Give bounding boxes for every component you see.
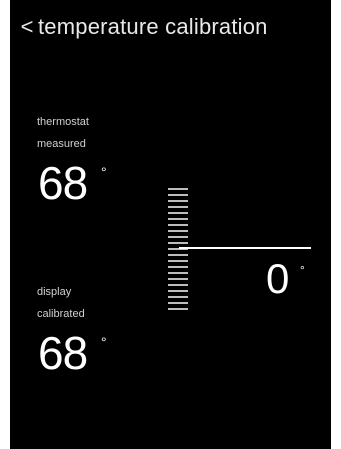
header-bar: < temperature calibration xyxy=(16,12,268,42)
scale-tick xyxy=(168,200,188,202)
scale-tick xyxy=(168,230,188,232)
scale-tick xyxy=(168,236,188,238)
display-degree-symbol: ° xyxy=(101,334,107,350)
thermostat-label-line1: thermostat xyxy=(37,116,89,128)
scale-tick xyxy=(168,188,188,190)
scale-tick xyxy=(168,194,188,196)
scale-tick xyxy=(168,284,188,286)
display-label-line1: display xyxy=(37,286,72,298)
thermostat-label-line2: measured xyxy=(37,138,86,150)
display-calibrated-label: display calibrated xyxy=(37,281,157,325)
scale-tick xyxy=(168,218,188,220)
scale-tick xyxy=(168,266,188,268)
scale-tick xyxy=(168,302,188,304)
calibration-slider-scale[interactable] xyxy=(168,188,190,314)
thermostat-degree-symbol: ° xyxy=(101,164,107,180)
scale-tick xyxy=(168,212,188,214)
scale-tick xyxy=(168,290,188,292)
thermostat-measured-value: 68 xyxy=(38,157,88,209)
back-button[interactable]: < xyxy=(16,12,38,42)
display-calibrated-value: 68 xyxy=(38,327,88,379)
scale-tick xyxy=(168,206,188,208)
thermostat-measured-label: thermostat measured xyxy=(37,111,157,155)
calibration-indicator-line[interactable] xyxy=(179,247,311,249)
scale-tick xyxy=(168,254,188,256)
chevron-left-icon: < xyxy=(20,14,34,39)
scale-tick xyxy=(168,272,188,274)
scale-tick xyxy=(168,260,188,262)
scale-tick xyxy=(168,296,188,298)
calibration-screen: < temperature calibration thermostat mea… xyxy=(10,0,331,449)
page-title: temperature calibration xyxy=(38,14,268,39)
scale-tick xyxy=(168,308,188,310)
scale-tick xyxy=(168,224,188,226)
offset-degree-symbol: ° xyxy=(300,263,305,277)
scale-tick xyxy=(168,278,188,280)
scale-tick xyxy=(168,242,188,244)
display-label-line2: calibrated xyxy=(37,308,85,320)
calibration-offset-value: 0 xyxy=(266,255,289,302)
